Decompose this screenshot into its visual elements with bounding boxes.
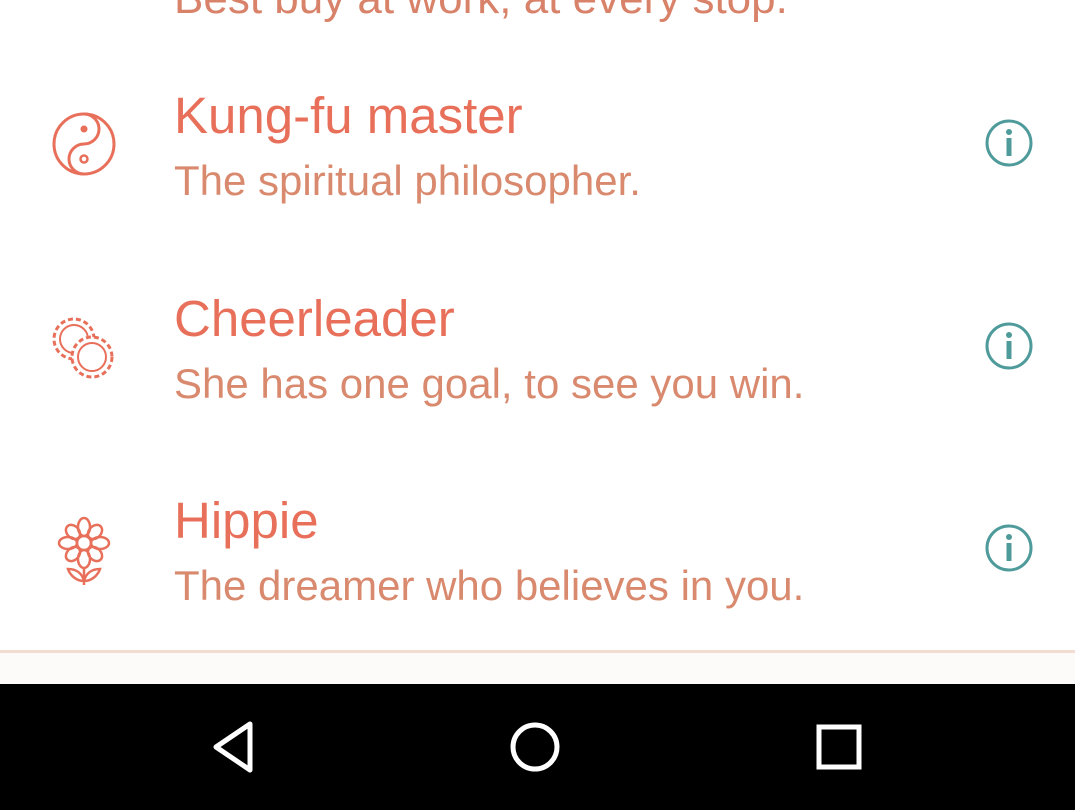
flower-icon: [44, 509, 124, 589]
info-icon[interactable]: [978, 315, 1040, 377]
yin-yang-icon: [44, 104, 124, 184]
item-subtitle: The spiritual philosopher.: [174, 157, 641, 204]
list-item-cheerleader[interactable]: Cheerleader She has one goal, to see you…: [0, 247, 1075, 447]
info-icon[interactable]: [978, 112, 1040, 174]
list-item-hippie[interactable]: Hippie The dreamer who believes in you.: [0, 449, 1075, 649]
system-navigation-bar: [0, 684, 1075, 810]
home-circle-icon[interactable]: [502, 714, 568, 780]
list-footer: [0, 653, 1075, 684]
item-title: Hippie: [174, 492, 319, 549]
list-item-kung-fu-master[interactable]: Kung-fu master The spiritual philosopher…: [0, 44, 1075, 244]
back-triangle-icon[interactable]: [202, 714, 268, 780]
item-title: Kung-fu master: [174, 87, 523, 144]
item-subtitle: She has one goal, to see you win.: [174, 360, 805, 407]
coach-list: Best buy at work, at every stop. Kung-fu…: [0, 0, 1075, 684]
screen: Best buy at work, at every stop. Kung-fu…: [0, 0, 1075, 810]
item-subtitle: The dreamer who believes in you.: [174, 562, 805, 609]
item-title: Cheerleader: [174, 290, 455, 347]
recents-square-icon[interactable]: [806, 714, 872, 780]
info-icon[interactable]: [978, 517, 1040, 579]
partial-list-item-subtitle: Best buy at work, at every stop.: [174, 0, 788, 24]
pom-poms-icon: [44, 307, 124, 387]
